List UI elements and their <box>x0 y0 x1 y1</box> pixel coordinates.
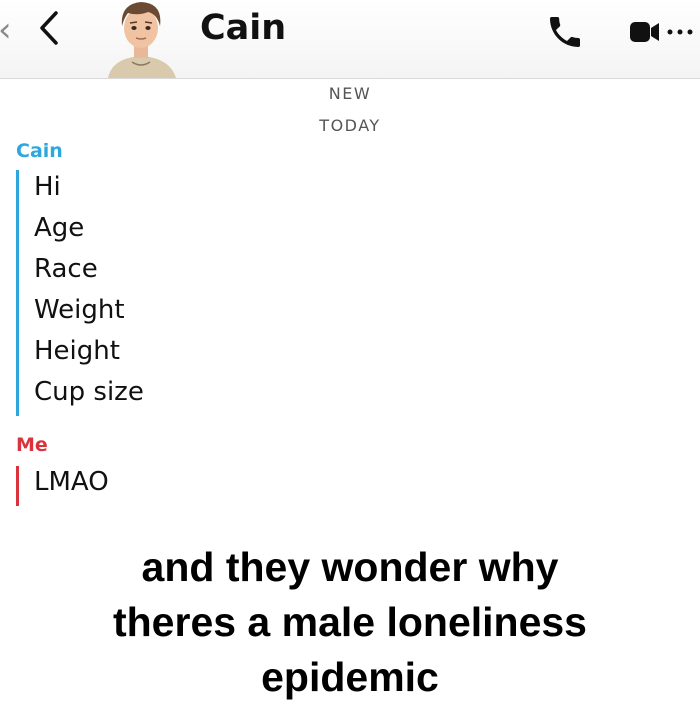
avatar[interactable] <box>100 0 182 78</box>
caption-line: and they wonder why <box>141 544 559 590</box>
date-divider: TODAY <box>319 116 381 135</box>
chat-message[interactable]: Cup size <box>34 377 144 407</box>
meme-caption: and they wonder why theres a male loneli… <box>0 540 700 705</box>
caption-line: epidemic <box>261 654 439 700</box>
video-call-button[interactable] <box>628 16 700 48</box>
sender-name-cain: Cain <box>16 140 63 162</box>
sender-name-me: Me <box>16 434 48 456</box>
chat-message[interactable]: Height <box>34 336 120 366</box>
phone-icon <box>550 17 580 47</box>
message-group-bar <box>16 466 19 506</box>
chat-message[interactable]: Age <box>34 213 84 243</box>
edge-back-swipe-icon: ‹ <box>0 10 12 50</box>
chat-header: ‹ Cain <box>0 0 700 79</box>
chat-message[interactable]: LMAO <box>34 467 109 497</box>
back-button[interactable] <box>34 8 64 48</box>
video-camera-icon <box>630 22 693 42</box>
chat-message[interactable]: Hi <box>34 172 61 202</box>
chat-message[interactable]: Weight <box>34 295 125 325</box>
message-group-bar <box>16 170 19 416</box>
caption-line: theres a male loneliness <box>112 599 587 645</box>
chevron-left-icon <box>40 11 58 45</box>
call-button[interactable] <box>545 12 585 52</box>
contact-name[interactable]: Cain <box>200 8 286 48</box>
chat-message[interactable]: Race <box>34 254 98 284</box>
new-messages-divider: NEW <box>328 84 372 103</box>
